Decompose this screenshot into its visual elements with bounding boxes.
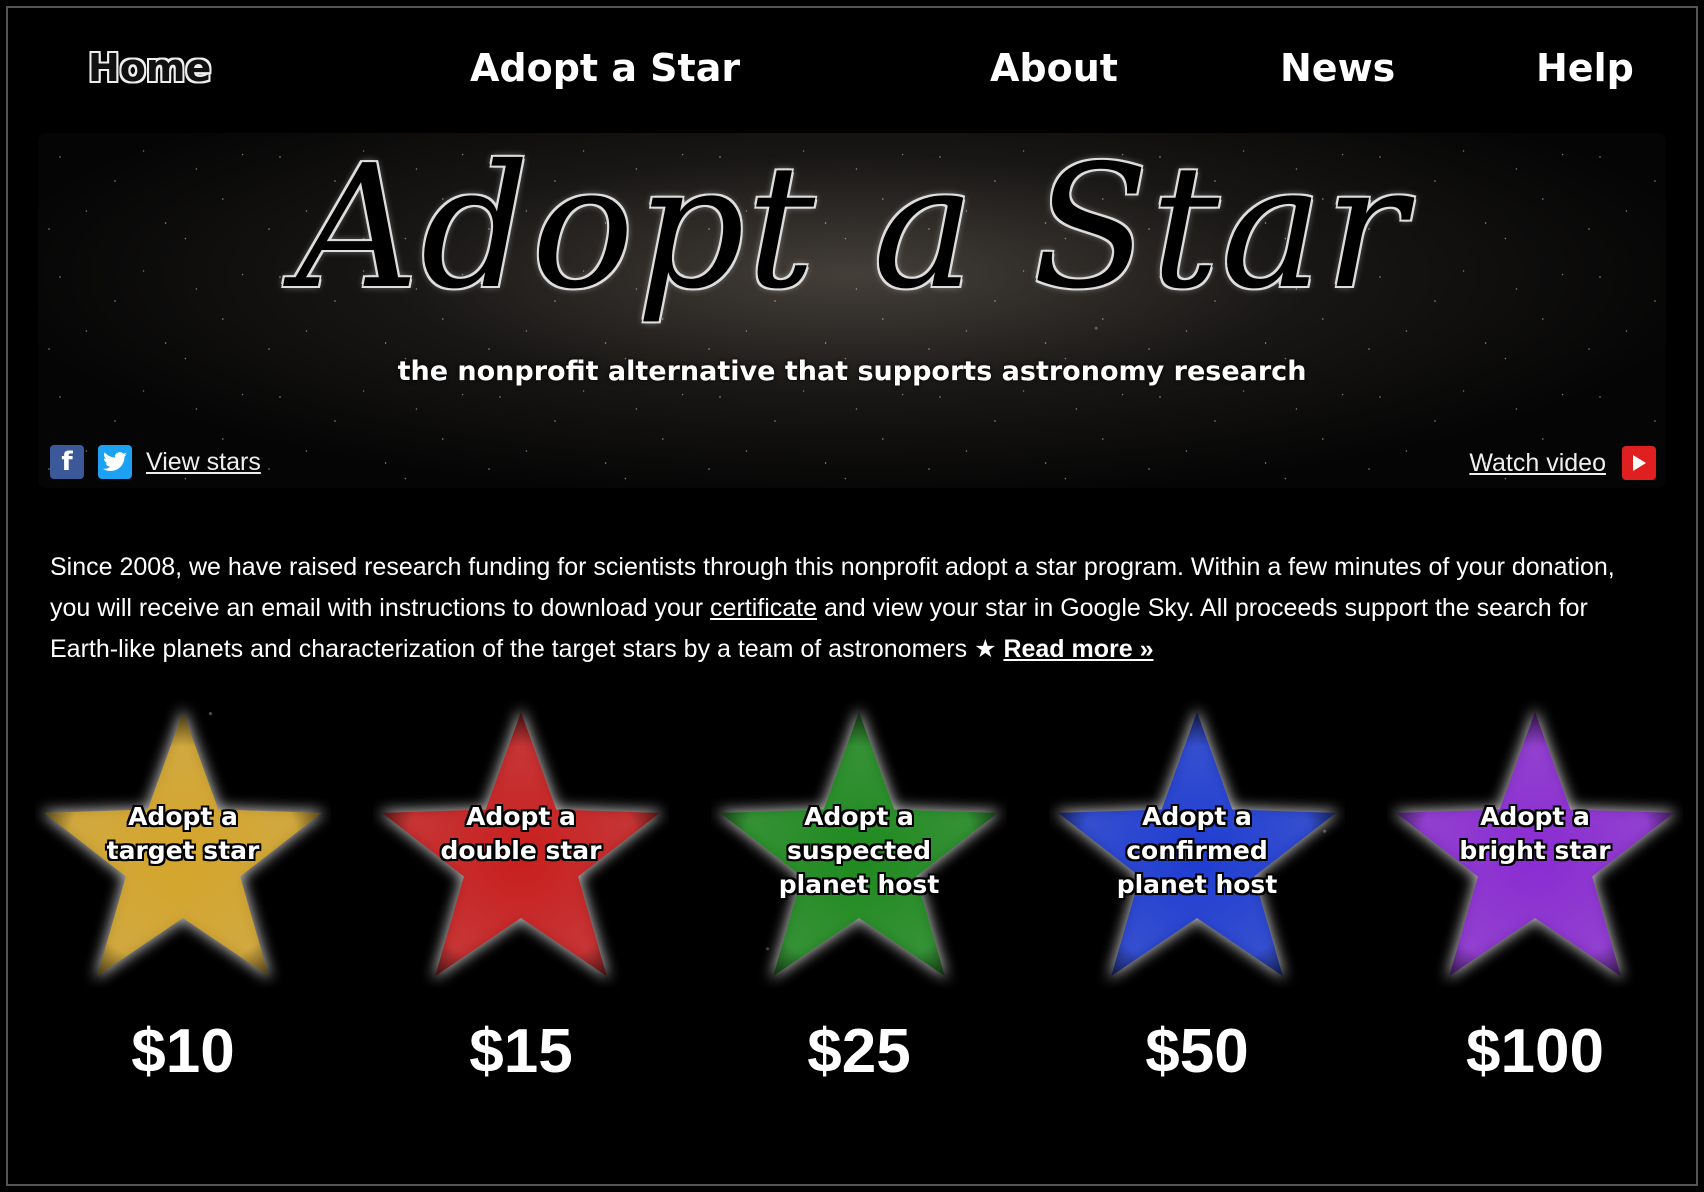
- twitter-icon[interactable]: [98, 445, 132, 479]
- adopt-option-3[interactable]: Adopt a suspected planet host $25: [704, 698, 1014, 1098]
- adopt-option-5[interactable]: Adopt a bright star $100: [1380, 698, 1690, 1098]
- social-links: f View stars: [50, 444, 261, 480]
- watch-video-link[interactable]: Watch video: [1469, 449, 1606, 478]
- nav-about[interactable]: About: [990, 46, 1118, 90]
- hero-banner: Adopt a Star the nonprofit alternative t…: [38, 133, 1666, 488]
- nav-news[interactable]: News: [1280, 46, 1395, 90]
- certificate-link[interactable]: certificate: [710, 594, 817, 622]
- star-label-line: double star: [440, 836, 602, 865]
- adoption-options: Adopt a target star $10 Adopt a double star $…: [8, 698, 1696, 1098]
- adopt-option-4[interactable]: Adopt a confirmed planet host $50: [1042, 698, 1352, 1098]
- star-label-line: target star: [106, 836, 260, 865]
- view-stars-link[interactable]: View stars: [146, 448, 261, 477]
- star-option-label: Adopt a bright star: [1380, 800, 1690, 868]
- read-more-link[interactable]: Read more »: [1003, 635, 1153, 663]
- star-option-label: Adopt a confirmed planet host: [1042, 800, 1352, 902]
- star-option-label: Adopt a double star: [366, 800, 676, 868]
- top-navigation: Home Adopt a Star About News Help: [8, 46, 1696, 106]
- intro-paragraph: Since 2008, we have raised research fund…: [50, 547, 1656, 670]
- star-label-line: Adopt a: [804, 802, 914, 831]
- star-option-label: Adopt a target star: [28, 800, 338, 868]
- price-label[interactable]: $50: [1042, 1016, 1352, 1087]
- adopt-option-2[interactable]: Adopt a double star $15: [366, 698, 676, 1098]
- price-label[interactable]: $100: [1380, 1016, 1690, 1087]
- star-label-line: bright star: [1459, 836, 1611, 865]
- price-label[interactable]: $25: [704, 1016, 1014, 1087]
- star-label-line: Adopt a: [466, 802, 576, 831]
- nav-help[interactable]: Help: [1536, 46, 1634, 90]
- price-label[interactable]: $10: [28, 1016, 338, 1087]
- youtube-play-icon[interactable]: [1622, 446, 1656, 480]
- nav-home[interactable]: Home: [88, 46, 211, 90]
- price-label[interactable]: $15: [366, 1016, 676, 1087]
- banner-tagline: the nonprofit alternative that supports …: [397, 356, 1307, 387]
- banner-title-logo: Adopt a Star: [296, 129, 1408, 327]
- star-option-label: Adopt a suspected planet host: [704, 800, 1014, 902]
- star-label-line: planet host: [778, 870, 940, 899]
- star-label-line: suspected: [786, 836, 932, 865]
- nav-adopt-a-star[interactable]: Adopt a Star: [470, 46, 740, 90]
- page-frame: Home Adopt a Star About News Help Adopt …: [6, 6, 1698, 1186]
- star-label-line: Adopt a: [1142, 802, 1252, 831]
- star-label-line: Adopt a: [128, 802, 238, 831]
- facebook-icon[interactable]: f: [50, 445, 84, 479]
- star-label-line: confirmed: [1126, 836, 1268, 865]
- star-label-line: planet host: [1116, 870, 1278, 899]
- star-label-line: Adopt a: [1480, 802, 1590, 831]
- watch-video: Watch video: [1469, 446, 1656, 480]
- adopt-option-1[interactable]: Adopt a target star $10: [28, 698, 338, 1098]
